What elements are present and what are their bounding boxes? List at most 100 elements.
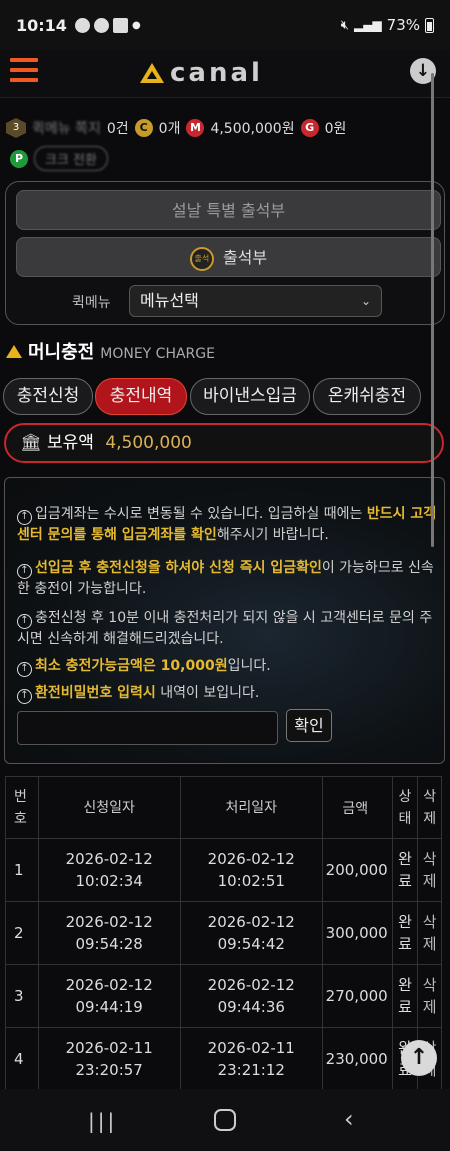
withdraw-password-input[interactable]	[17, 711, 278, 745]
arrow-up-circle-icon: ↑	[17, 510, 32, 525]
system-nav-bar: ||| ‹	[0, 1089, 450, 1151]
row-amount: 300,000	[321, 901, 393, 965]
row-request-date: 2026-02-12 09:44:19	[37, 964, 181, 1028]
row-amount: 270,000	[321, 964, 393, 1028]
page-title-korean: 머니충전	[28, 342, 95, 363]
balance-label: 보유액	[47, 433, 94, 453]
notice-item-4: ↑ 최소 충전가능금액은 10,000원입니다.	[17, 656, 437, 677]
col-header-processed-date: 처리일자	[179, 776, 323, 839]
quick-menu-select-value: 메뉴선택	[140, 291, 199, 310]
user-info-bar: 3 퀵메뉴 쪽지 0건 C 0개 M 4,500,000원 G 0원 P 크크 …	[0, 112, 450, 172]
tab-charge-request[interactable]: 충전신청	[3, 378, 93, 415]
app-notification-icon	[74, 17, 90, 33]
row-processed-date: 2026-02-11 23:21:12	[179, 1027, 323, 1091]
col-header-delete: 삭제	[417, 776, 442, 839]
gallery-notification-icon	[112, 17, 128, 33]
table-row: 3 2026-02-12 09:44:19 2026-02-12 09:44:36 …	[5, 964, 442, 1028]
col-header-no: 번호	[5, 776, 39, 839]
site-header: canal ↓	[0, 50, 450, 98]
logo-triangle-icon	[140, 63, 164, 83]
level-badge-icon: 3	[6, 118, 26, 138]
scrollbar[interactable]	[431, 73, 434, 547]
row-no: 3	[5, 964, 39, 1028]
home-icon[interactable]	[214, 1109, 236, 1131]
status-time: 10:14	[16, 15, 67, 35]
notice-item-3: ↑ 충전신청 후 10분 이내 충전처리가 되지 않을 시 고객센터로 문의 주시…	[17, 610, 433, 647]
g-point-amount[interactable]: 0원	[325, 118, 347, 138]
arrow-up-circle-icon: ↑	[17, 614, 32, 629]
row-request-date: 2026-02-12 09:54:28	[37, 901, 181, 965]
special-attendance-button[interactable]: 설날 특별 출석부	[16, 190, 441, 230]
attendance-label: 출석부	[222, 248, 268, 267]
title-triangle-icon	[6, 345, 22, 358]
notice-item-1: ↑ 입금계좌는 수시로 변동될 수 있습니다. 입금하실 때에는 반드시 고객센터…	[17, 506, 437, 543]
page-title: 머니충전 MONEY CHARGE	[6, 338, 215, 364]
row-delete-button[interactable]: 삭제	[417, 964, 442, 1028]
notice-item-2: ↑ 선입금 후 충전신청을 하셔야 신청 즉시 입금확인이 가능하므로 신속한 충…	[17, 560, 434, 597]
notes-count[interactable]: 0건	[107, 118, 129, 138]
quick-menu-select[interactable]: 메뉴선택 ⌄	[129, 285, 382, 317]
row-no: 4	[5, 1027, 39, 1091]
scroll-to-top-icon[interactable]: ↑	[401, 1040, 437, 1076]
arrow-up-circle-icon: ↑	[17, 662, 32, 677]
logo-text: canal	[170, 58, 263, 88]
bank-icon: 🏛︎	[20, 433, 42, 453]
mute-icon: 🔇︎	[340, 17, 349, 33]
row-no: 2	[5, 901, 39, 965]
table-row: 4 2026-02-11 23:20:57 2026-02-11 23:21:12 …	[5, 1027, 442, 1091]
col-header-status: 상태	[391, 776, 419, 839]
status-right: 🔇︎ ▂▄▆ 73%	[341, 16, 434, 34]
attendance-button[interactable]: 출석 출석부	[16, 237, 441, 277]
blurred-menu-text: 퀵메뉴 쪽지	[32, 121, 101, 137]
charge-history-table: 번호 신청일자 처리일자 금액 상태 삭제 1 2026-02-12 10:02:…	[5, 776, 442, 1091]
row-processed-date: 2026-02-12 10:02:51	[179, 838, 323, 902]
row-status: 완료	[391, 901, 419, 965]
user-info-row-2: P 크크 전환	[10, 146, 108, 171]
chat-notification-icon	[93, 17, 109, 33]
attendance-badge-icon: 출석	[189, 246, 214, 271]
convert-button[interactable]: 크크 전환	[34, 146, 108, 171]
tab-charge-history[interactable]: 충전내역	[95, 378, 187, 415]
row-processed-date: 2026-02-12 09:44:36	[179, 964, 323, 1028]
row-amount: 230,000	[321, 1027, 393, 1091]
arrow-up-circle-icon: ↑	[17, 564, 32, 579]
point-p-icon: P	[10, 149, 28, 168]
quick-menu-box: 설날 특별 출석부 출석 출석부 퀵메뉴 메뉴선택 ⌄	[5, 181, 445, 325]
quick-menu-label: 퀵메뉴	[72, 295, 111, 311]
signal-icon: ▂▄▆	[353, 18, 382, 32]
confirm-button[interactable]: 확인	[286, 709, 332, 742]
site-logo[interactable]: canal	[140, 58, 263, 88]
balance-box: 🏛︎ 보유액 4,500,000	[4, 423, 444, 463]
recent-apps-icon[interactable]: |||	[88, 1109, 117, 1133]
user-info-row: 3 퀵메뉴 쪽지 0건 C 0개 M 4,500,000원 G 0원	[6, 118, 346, 138]
tab-binance-deposit[interactable]: 바이낸스입금	[190, 378, 310, 415]
col-header-amount: 금액	[321, 776, 393, 839]
status-bar: 10:14 ● 🔇︎ ▂▄▆ 73%	[0, 0, 450, 50]
row-amount: 200,000	[321, 838, 393, 902]
arrow-up-circle-icon: ↑	[17, 689, 32, 704]
notice-item-5: ↑ 환전비밀번호 입력시 내역이 보입니다.	[17, 683, 437, 704]
more-dot-icon: ●	[131, 19, 141, 31]
notification-icons: ●	[74, 17, 141, 33]
back-icon[interactable]: ‹	[344, 1105, 354, 1133]
table-row: 2 2026-02-12 09:54:28 2026-02-12 09:54:42 …	[5, 901, 442, 965]
row-status: 완료	[391, 964, 419, 1028]
row-processed-date: 2026-02-12 09:54:42	[179, 901, 323, 965]
coin-count[interactable]: 0개	[159, 118, 181, 138]
chevron-down-icon: ⌄	[360, 294, 371, 308]
page-title-english: MONEY CHARGE	[100, 346, 215, 362]
col-header-request-date: 신청일자	[37, 776, 181, 839]
row-delete-button[interactable]: 삭제	[417, 838, 442, 902]
money-amount[interactable]: 4,500,000원	[210, 118, 294, 138]
battery-level: 73%	[386, 16, 420, 34]
table-header-row: 번호 신청일자 처리일자 금액 상태 삭제	[5, 776, 442, 839]
table-row: 1 2026-02-12 10:02:34 2026-02-12 10:02:51 …	[5, 838, 442, 902]
row-status: 완료	[391, 838, 419, 902]
tab-oncash-charge[interactable]: 온캐쉬충전	[313, 378, 421, 415]
row-request-date: 2026-02-11 23:20:57	[37, 1027, 181, 1091]
g-point-icon: G	[300, 119, 319, 137]
row-delete-button[interactable]: 삭제	[417, 901, 442, 965]
notice-box: ↑ 입금계좌는 수시로 변동될 수 있습니다. 입금하실 때에는 반드시 고객센터…	[4, 477, 445, 764]
charge-tabs: 충전신청 충전내역 바이낸스입금 온캐쉬충전	[3, 378, 447, 416]
hamburger-menu-icon[interactable]	[10, 58, 38, 84]
